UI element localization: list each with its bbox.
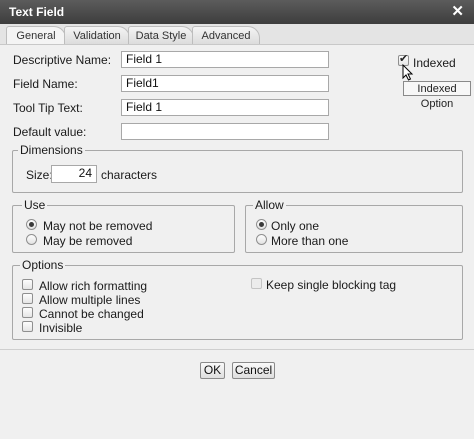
use-option-may-not-be-removed: May not be removed bbox=[43, 219, 153, 233]
allow-rich-formatting-label: Allow rich formatting bbox=[39, 279, 148, 293]
footer-separator bbox=[0, 349, 474, 350]
allow-radio-only-one[interactable] bbox=[256, 219, 267, 230]
descriptive-name-input[interactable]: Field 1 bbox=[121, 51, 329, 68]
ok-button[interactable]: OK bbox=[200, 362, 225, 379]
tooltip-text-label: Tool Tip Text: bbox=[13, 101, 83, 115]
tab-data-style[interactable]: Data Style bbox=[128, 26, 194, 44]
descriptive-name-label: Descriptive Name: bbox=[13, 53, 112, 67]
default-value-label: Default value: bbox=[13, 125, 87, 139]
tab-bar: General Validation Data Style Advanced bbox=[0, 24, 474, 45]
cancel-button[interactable]: Cancel bbox=[232, 362, 275, 379]
indexed-tooltip: Indexed Option bbox=[403, 81, 471, 110]
mouse-cursor-icon bbox=[402, 64, 414, 81]
use-radio-may-not-be-removed[interactable] bbox=[26, 219, 37, 230]
cannot-be-changed-checkbox[interactable] bbox=[22, 307, 33, 318]
tab-validation[interactable]: Validation bbox=[64, 26, 130, 44]
keep-single-blocking-tag-checkbox[interactable] bbox=[251, 278, 262, 289]
dimensions-legend: Dimensions bbox=[18, 143, 85, 157]
allow-multiple-lines-checkbox[interactable] bbox=[22, 293, 33, 304]
allow-multiple-lines-label: Allow multiple lines bbox=[39, 293, 141, 307]
invisible-label: Invisible bbox=[39, 321, 83, 335]
use-radio-may-be-removed[interactable] bbox=[26, 234, 37, 245]
size-input[interactable]: 24 bbox=[51, 165, 97, 183]
allow-legend: Allow bbox=[253, 198, 286, 212]
tab-advanced[interactable]: Advanced bbox=[192, 26, 260, 44]
use-legend: Use bbox=[22, 198, 48, 212]
keep-single-blocking-tag-label: Keep single blocking tag bbox=[266, 278, 397, 292]
close-icon[interactable]: ✕ bbox=[451, 3, 464, 21]
dimensions-group: Dimensions Size: 24 characters bbox=[12, 143, 463, 193]
title-bar: Text Field ✕ bbox=[0, 0, 474, 24]
allow-rich-formatting-checkbox[interactable] bbox=[22, 279, 33, 290]
options-legend: Options bbox=[20, 258, 66, 272]
tab-general[interactable]: General bbox=[6, 26, 66, 44]
use-group: Use May not be removed May be removed bbox=[12, 198, 235, 253]
allow-option-more-than-one: More than one bbox=[271, 234, 349, 248]
default-value-input[interactable] bbox=[121, 123, 329, 140]
tooltip-text-input[interactable]: Field 1 bbox=[121, 99, 329, 116]
field-name-label: Field Name: bbox=[13, 77, 78, 91]
use-option-may-be-removed: May be removed bbox=[43, 234, 133, 248]
field-name-input[interactable]: Field1 bbox=[121, 75, 329, 92]
size-unit-label: characters bbox=[101, 168, 158, 182]
allow-radio-more-than-one[interactable] bbox=[256, 234, 267, 245]
cannot-be-changed-label: Cannot be changed bbox=[39, 307, 144, 321]
window-title: Text Field bbox=[9, 5, 65, 19]
allow-group: Allow Only one More than one bbox=[245, 198, 463, 253]
indexed-label: Indexed bbox=[413, 56, 456, 70]
allow-option-only-one: Only one bbox=[271, 219, 320, 233]
size-label: Size: bbox=[26, 168, 53, 182]
invisible-checkbox[interactable] bbox=[22, 321, 33, 332]
options-group: Options Allow rich formatting Allow mult… bbox=[12, 258, 463, 340]
